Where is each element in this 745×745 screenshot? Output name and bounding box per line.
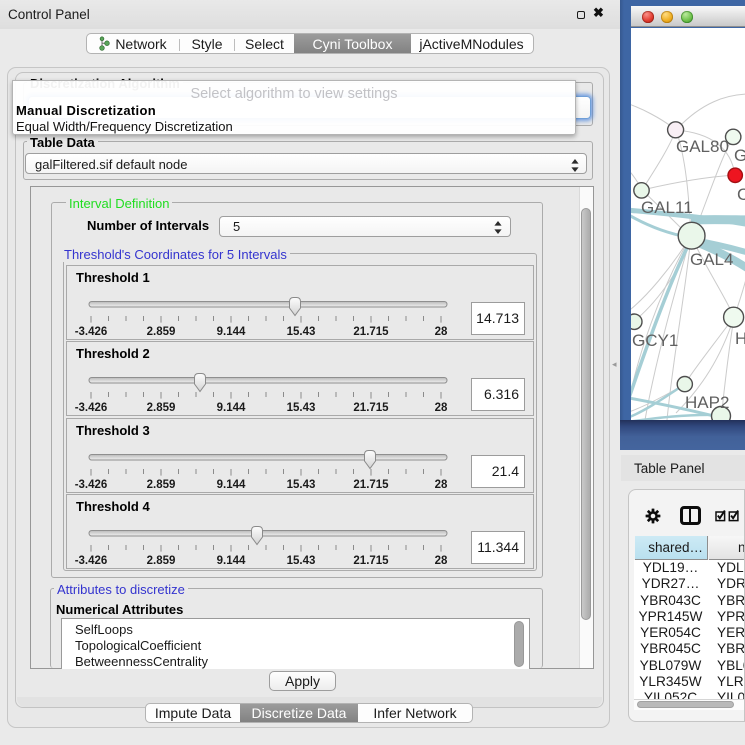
svg-text:-3.426: -3.426 bbox=[75, 479, 108, 491]
svg-text:2.859: 2.859 bbox=[147, 555, 176, 567]
svg-text:GAL80: GAL80 bbox=[676, 137, 729, 156]
svg-text:21.715: 21.715 bbox=[353, 555, 389, 567]
svg-text:15.43: 15.43 bbox=[287, 402, 316, 414]
svg-text:C: C bbox=[737, 185, 745, 204]
svg-text:-3.426: -3.426 bbox=[75, 555, 108, 567]
svg-text:GAL4: GAL4 bbox=[690, 250, 733, 269]
svg-text:28: 28 bbox=[435, 326, 448, 338]
svg-text:15.43: 15.43 bbox=[287, 479, 316, 491]
svg-text:GA: GA bbox=[734, 146, 745, 165]
svg-text:9.144: 9.144 bbox=[217, 402, 246, 414]
svg-text:-3.426: -3.426 bbox=[75, 326, 108, 338]
svg-text:HAP2: HAP2 bbox=[685, 393, 729, 412]
svg-text:2.859: 2.859 bbox=[147, 402, 176, 414]
svg-text:9.144: 9.144 bbox=[217, 479, 246, 491]
svg-text:28: 28 bbox=[435, 555, 448, 567]
svg-text:GAL11: GAL11 bbox=[641, 198, 693, 217]
svg-text:9.144: 9.144 bbox=[217, 326, 246, 338]
svg-text:2.859: 2.859 bbox=[147, 479, 176, 491]
svg-text:-3.426: -3.426 bbox=[75, 402, 108, 414]
svg-text:15.43: 15.43 bbox=[287, 555, 316, 567]
svg-text:28: 28 bbox=[435, 402, 448, 414]
svg-text:21.715: 21.715 bbox=[353, 479, 389, 491]
svg-text:9.144: 9.144 bbox=[217, 555, 246, 567]
svg-text:21.715: 21.715 bbox=[353, 326, 389, 338]
svg-text:H: H bbox=[735, 329, 745, 348]
svg-text:21.715: 21.715 bbox=[353, 402, 389, 414]
svg-text:15.43: 15.43 bbox=[287, 326, 316, 338]
svg-text:28: 28 bbox=[435, 479, 448, 491]
svg-text:2.859: 2.859 bbox=[147, 326, 176, 338]
svg-text:GCY1: GCY1 bbox=[632, 331, 678, 350]
